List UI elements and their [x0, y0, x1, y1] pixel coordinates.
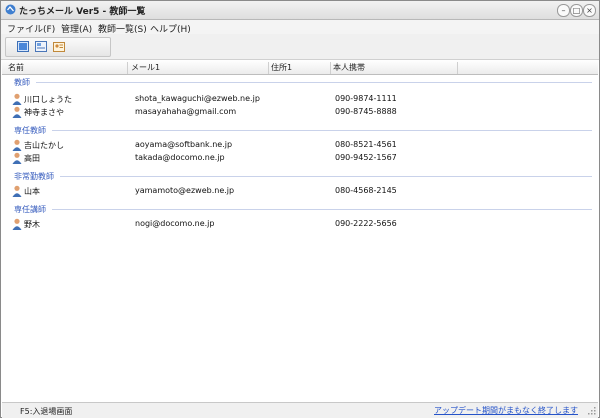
name-cell: 神寺まさや: [24, 108, 64, 117]
phone-cell: 080-4568-2145: [335, 186, 397, 195]
table-row[interactable]: 吉山たかし aoyama@softbank.ne.jp 080-8521-456…: [2, 139, 598, 152]
card-view-icon[interactable]: [35, 41, 47, 52]
phone-cell: 090-8745-8888: [335, 107, 397, 116]
group-label: 専任講師: [14, 205, 46, 214]
app-window: たっちメール Ver5 - 教師一覧 – □ × ファイル(F) 管理(A) 教…: [0, 0, 600, 418]
table-row[interactable]: 川口しょうた shota_kawaguchi@ezweb.ne.jp 090-9…: [2, 93, 598, 106]
column-header-mobile[interactable]: 本人携帯: [331, 62, 458, 74]
phone-cell: 090-9452-1567: [335, 153, 397, 162]
column-header-email[interactable]: メール1: [129, 62, 269, 74]
contact-card-icon[interactable]: [53, 41, 65, 52]
status-bar: F5:入退場画面 アップデート期間がまもなく終了します: [2, 402, 598, 418]
name-cell: 野木: [24, 220, 40, 229]
name-cell: 山本: [24, 187, 40, 196]
toolbar-group: [5, 37, 111, 57]
phone-cell: 090-2222-5656: [335, 219, 397, 228]
list-view-icon[interactable]: [17, 41, 29, 52]
window-title: たっちメール Ver5 - 教師一覧: [19, 7, 146, 17]
menu-bar: ファイル(F) 管理(A) 教師一覧(S) ヘルプ(H): [1, 20, 599, 35]
status-shortcut-hint: F5:入退場画面: [20, 407, 73, 416]
update-notice-link[interactable]: アップデート期間がまもなく終了します: [434, 405, 578, 416]
group-divider: [36, 82, 592, 83]
group-label: 教師: [14, 78, 30, 87]
email-cell: nogi@docomo.ne.jp: [135, 219, 215, 228]
teacher-list: 教師 川口しょうた shota_kawaguchi@ezweb.ne.jp 09…: [2, 75, 598, 402]
column-header-name[interactable]: 名前: [6, 62, 128, 74]
person-icon: [12, 152, 22, 164]
email-cell: yamamoto@ezweb.ne.jp: [135, 186, 235, 195]
table-row[interactable]: 高田 takada@docomo.ne.jp 090-9452-1567: [2, 152, 598, 165]
person-icon: [12, 93, 22, 105]
group-label: 非常勤教師: [14, 172, 54, 181]
group-divider: [52, 209, 592, 210]
person-icon: [12, 139, 22, 151]
resize-grip-icon[interactable]: [588, 407, 596, 415]
name-cell: 高田: [24, 154, 40, 163]
table-row[interactable]: 山本 yamamoto@ezweb.ne.jp 080-4568-2145: [2, 185, 598, 198]
email-cell: shota_kawaguchi@ezweb.ne.jp: [135, 94, 260, 103]
group-divider: [60, 176, 592, 177]
minimize-button[interactable]: –: [557, 4, 570, 17]
close-button[interactable]: ×: [583, 4, 596, 17]
table-header: 名前 メール1 住所1 本人携帯: [2, 60, 598, 75]
column-header-address[interactable]: 住所1: [269, 62, 331, 74]
name-cell: 川口しょうた: [24, 95, 72, 104]
table-row[interactable]: 神寺まさや masayahaha@gmail.com 090-8745-8888: [2, 106, 598, 119]
app-icon: [5, 4, 16, 15]
title-bar[interactable]: たっちメール Ver5 - 教師一覧 – □ ×: [1, 1, 599, 20]
toolbar: [1, 34, 599, 60]
group-label: 専任教師: [14, 126, 46, 135]
email-cell: masayahaha@gmail.com: [135, 107, 237, 116]
group-divider: [52, 130, 592, 131]
email-cell: aoyama@softbank.ne.jp: [135, 140, 233, 149]
table-row[interactable]: 野木 nogi@docomo.ne.jp 090-2222-5656: [2, 218, 598, 231]
email-cell: takada@docomo.ne.jp: [135, 153, 225, 162]
person-icon: [12, 185, 22, 197]
phone-cell: 080-8521-4561: [335, 140, 397, 149]
person-icon: [12, 106, 22, 118]
person-icon: [12, 218, 22, 230]
name-cell: 吉山たかし: [24, 141, 64, 150]
phone-cell: 090-9874-1111: [335, 94, 397, 103]
maximize-button[interactable]: □: [570, 4, 583, 17]
